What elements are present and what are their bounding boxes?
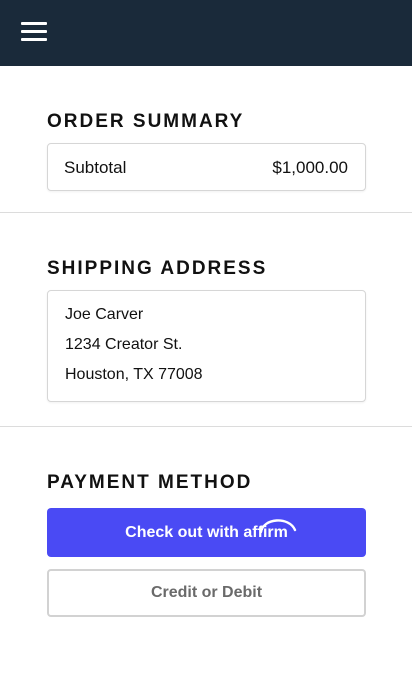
payment-method-title: PAYMENT METHOD [47, 472, 253, 493]
section-divider [0, 426, 412, 427]
address-street: 1234 Creator St. [65, 336, 183, 353]
section-divider [0, 212, 412, 213]
subtotal-label: Subtotal [64, 158, 127, 177]
shipping-address-title: SHIPPING ADDRESS [47, 258, 268, 279]
address-city-state-zip: Houston, TX 77008 [65, 366, 203, 383]
subtotal-value: $1,000.00 [272, 158, 348, 177]
affirm-arc-icon [260, 519, 297, 534]
credit-or-debit-button[interactable]: Credit or Debit [47, 569, 366, 617]
affirm-button-prefix: Check out with [125, 524, 239, 541]
address-name: Joe Carver [65, 306, 144, 323]
affirm-logo: affirm [243, 508, 297, 557]
hamburger-menu-icon[interactable] [21, 21, 47, 43]
affirm-checkout-button[interactable]: Check out with affirm [47, 508, 366, 557]
order-summary-title: ORDER SUMMARY [47, 111, 245, 132]
shipping-address-card[interactable]: Joe Carver 1234 Creator St. Houston, TX … [47, 290, 366, 402]
order-summary-card: Subtotal $1,000.00 [47, 143, 366, 191]
top-nav-bar [0, 0, 412, 66]
